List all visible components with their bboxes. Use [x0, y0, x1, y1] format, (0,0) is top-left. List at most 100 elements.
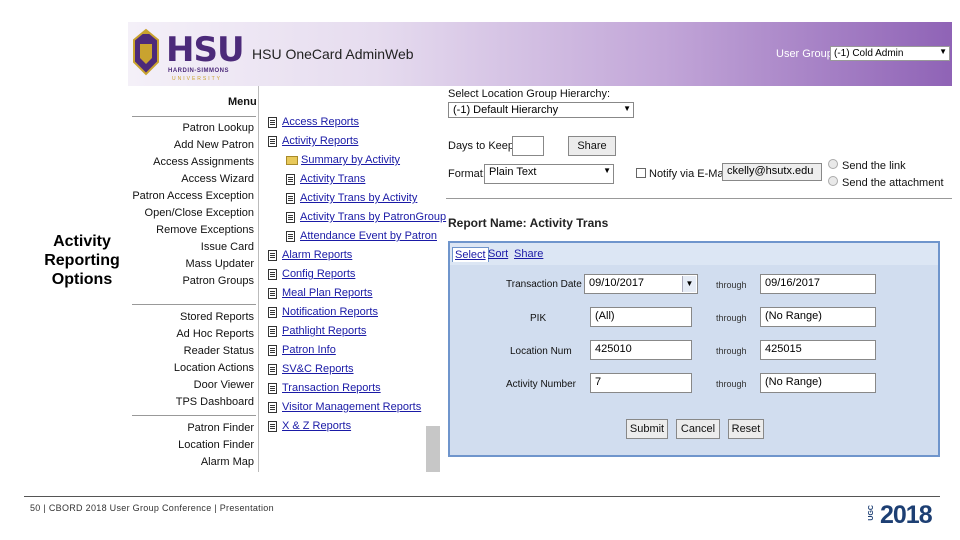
- through-label: through: [716, 280, 747, 290]
- activity-number-from-input[interactable]: 7: [590, 373, 692, 393]
- tree-item-label[interactable]: Attendance Event by Patron: [300, 227, 437, 246]
- tree-item-label[interactable]: Meal Plan Reports: [282, 284, 373, 303]
- tree-item[interactable]: Transaction Reports: [268, 379, 428, 398]
- submit-button[interactable]: Submit: [626, 419, 668, 439]
- tree-item[interactable]: SV&C Reports: [268, 360, 428, 379]
- transaction-date-to-input[interactable]: 09/16/2017: [760, 274, 876, 294]
- cancel-button[interactable]: Cancel: [676, 419, 720, 439]
- pik-from-input[interactable]: (All): [590, 307, 692, 327]
- tree-item[interactable]: Access Reports: [268, 113, 428, 132]
- menu-item-patron-groups[interactable]: Patron Groups: [132, 273, 256, 290]
- menu-item-issue-card[interactable]: Issue Card: [132, 239, 256, 256]
- user-group-select[interactable]: (-1) Cold Admin ▼: [830, 46, 950, 61]
- menu-item-reader-status[interactable]: Reader Status: [132, 343, 256, 360]
- activity-number-to-input[interactable]: (No Range): [760, 373, 876, 393]
- tab-share[interactable]: Share: [512, 247, 545, 261]
- logo-subtitle-2: UNIVERSITY: [172, 76, 223, 82]
- tree-item-label[interactable]: SV&C Reports: [282, 360, 354, 379]
- doc-icon: [268, 364, 277, 375]
- tree-item-label[interactable]: Transaction Reports: [282, 379, 381, 398]
- menu-item-access-assignments[interactable]: Access Assignments: [132, 154, 256, 171]
- days-to-keep-input[interactable]: [512, 136, 544, 156]
- menu-item-door-viewer[interactable]: Door Viewer: [132, 377, 256, 394]
- menu-item-add-new-patron[interactable]: Add New Patron: [132, 137, 256, 154]
- tree-item-label[interactable]: Access Reports: [282, 113, 359, 132]
- menu-item-tps-dashboard[interactable]: TPS Dashboard: [132, 394, 256, 411]
- menu-item-patron-access-exception[interactable]: Patron Access Exception: [132, 188, 256, 205]
- report-tree: Access Reports Activity Reports Summary by…: [268, 113, 446, 436]
- menu-item-patron-lookup[interactable]: Patron Lookup: [132, 120, 256, 137]
- menu-item-patron-finder[interactable]: Patron Finder: [132, 420, 256, 437]
- menu-item-open-close-exception[interactable]: Open/Close Exception: [132, 205, 256, 222]
- field-value: 09/10/2017: [589, 277, 645, 289]
- tree-item[interactable]: Notification Reports: [268, 303, 428, 322]
- app-banner: HSU HARDIN-SIMMONS UNIVERSITY HSU OneCar…: [128, 22, 952, 86]
- location-num-to-input[interactable]: 425015: [760, 340, 876, 360]
- ugc-label: UGC: [868, 505, 875, 521]
- through-label: through: [716, 313, 747, 323]
- tree-item-label[interactable]: Activity Trans by PatronGroup: [300, 208, 446, 227]
- transaction-date-from-select[interactable]: 09/10/2017 ▼: [584, 274, 698, 294]
- tree-item-label[interactable]: Notification Reports: [282, 303, 378, 322]
- menu-item-location-finder[interactable]: Location Finder: [132, 437, 256, 454]
- logo-wordmark: HSU: [166, 30, 245, 70]
- app-screenshot: HSU HARDIN-SIMMONS UNIVERSITY HSU OneCar…: [128, 22, 952, 472]
- notify-email-checkbox[interactable]: [636, 168, 646, 178]
- menu-item-remove-exceptions[interactable]: Remove Exceptions: [132, 222, 256, 239]
- pik-to-input[interactable]: (No Range): [760, 307, 876, 327]
- reset-button[interactable]: Reset: [728, 419, 764, 439]
- format-label: Format:: [448, 168, 486, 180]
- menu-item-stored-reports[interactable]: Stored Reports: [132, 309, 256, 326]
- tree-item[interactable]: Alarm Reports: [268, 246, 428, 265]
- tree-item[interactable]: Patron Info: [268, 341, 428, 360]
- tab-select[interactable]: Select: [452, 247, 489, 262]
- hierarchy-select[interactable]: (-1) Default Hierarchy ▼: [448, 102, 634, 118]
- email-input[interactable]: ckelly@hsutx.edu: [722, 163, 822, 181]
- tree-item[interactable]: Config Reports: [268, 265, 428, 284]
- tree-item-label[interactable]: Activity Trans: [300, 170, 365, 189]
- tree-item[interactable]: Visitor Management Reports: [268, 398, 428, 417]
- menu-item-alarm-map[interactable]: Alarm Map: [132, 454, 256, 471]
- tree-item-label[interactable]: Activity Reports: [282, 132, 358, 151]
- tree-item[interactable]: Attendance Event by Patron: [268, 227, 437, 246]
- tree-scrollbar[interactable]: [426, 426, 440, 472]
- location-num-from-input[interactable]: 425010: [590, 340, 692, 360]
- menu-item-ad-hoc-reports[interactable]: Ad Hoc Reports: [132, 326, 256, 343]
- tree-item-label[interactable]: Config Reports: [282, 265, 355, 284]
- tree-item-label[interactable]: Pathlight Reports: [282, 322, 366, 341]
- tree-item[interactable]: Activity Trans by Activity: [268, 189, 428, 208]
- menu-item-access-wizard[interactable]: Access Wizard: [132, 171, 256, 188]
- tree-item[interactable]: Activity Trans by PatronGroup: [268, 208, 446, 227]
- doc-icon: [268, 269, 277, 280]
- tree-item-label[interactable]: Patron Info: [282, 341, 336, 360]
- tab-sort[interactable]: Sort: [486, 247, 510, 261]
- format-select[interactable]: Plain Text ▼: [484, 164, 614, 184]
- tree-item[interactable]: Activity Trans: [268, 170, 428, 189]
- doc-icon: [268, 383, 277, 394]
- user-group-value: (-1) Cold Admin: [834, 48, 904, 59]
- tree-item-label[interactable]: Activity Trans by Activity: [300, 189, 417, 208]
- notify-email-label: Notify via E-Mail:: [649, 168, 732, 180]
- tree-item[interactable]: X & Z Reports: [268, 417, 428, 436]
- doc-icon: [286, 212, 295, 223]
- tree-item-label[interactable]: Summary by Activity: [301, 151, 400, 170]
- menu-item-location-actions[interactable]: Location Actions: [132, 360, 256, 377]
- through-label: through: [716, 379, 747, 389]
- share-button[interactable]: Share: [568, 136, 616, 156]
- doc-icon: [268, 421, 277, 432]
- tree-item-label[interactable]: Alarm Reports: [282, 246, 352, 265]
- menu-item-mass-updater[interactable]: Mass Updater: [132, 256, 256, 273]
- tree-item[interactable]: Meal Plan Reports: [268, 284, 428, 303]
- send-link-radio[interactable]: [828, 159, 838, 169]
- footer-divider: [24, 496, 940, 497]
- tree-item-label[interactable]: Visitor Management Reports: [282, 398, 421, 417]
- days-to-keep-label: Days to Keep:: [448, 140, 518, 152]
- tree-item[interactable]: Pathlight Reports: [268, 322, 428, 341]
- tree-item[interactable]: Activity Reports: [268, 132, 428, 151]
- send-attachment-radio[interactable]: [828, 176, 838, 186]
- dropdown-arrow-icon: ▼: [682, 276, 696, 292]
- tree-item-label[interactable]: X & Z Reports: [282, 417, 351, 436]
- format-value: Plain Text: [489, 166, 537, 178]
- send-link-label: Send the link: [842, 160, 906, 172]
- tree-item[interactable]: Summary by Activity: [268, 151, 428, 170]
